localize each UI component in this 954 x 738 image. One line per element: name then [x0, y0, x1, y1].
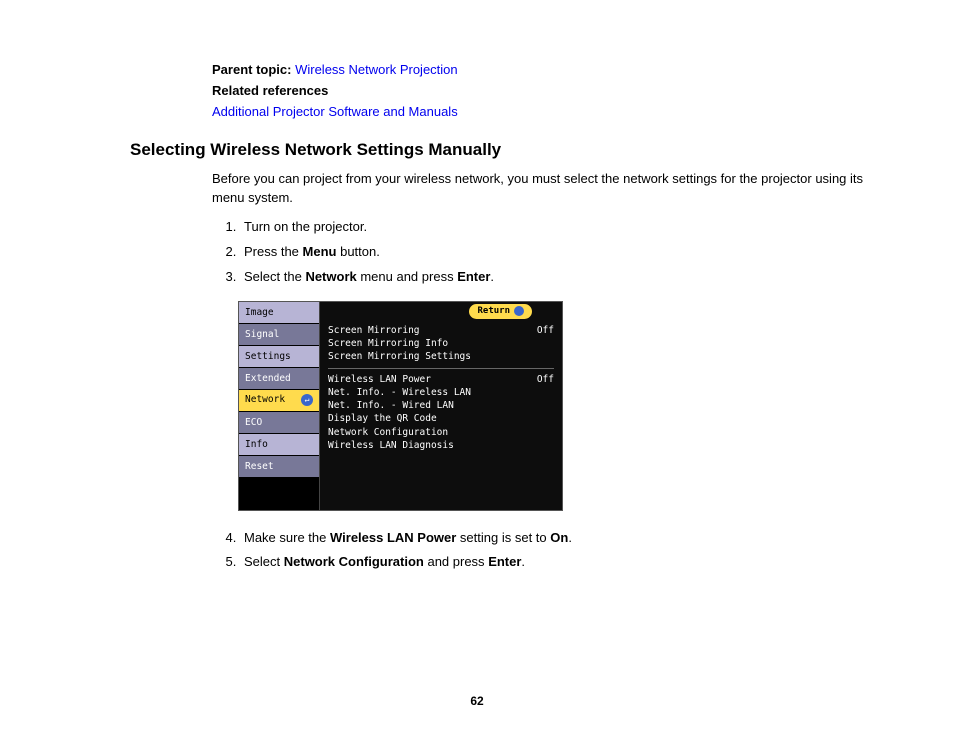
menu-tab-settings: Settings [239, 346, 319, 368]
menu-tab-extended: Extended [239, 368, 319, 390]
step-3: Select the Network menu and press Enter. [240, 268, 864, 287]
menu-tab-image: Image [239, 302, 319, 324]
menu-tab-eco: ECO [239, 412, 319, 434]
separator [328, 368, 554, 369]
step-2: Press the Menu button. [240, 243, 864, 262]
parent-topic-link[interactable]: Wireless Network Projection [295, 62, 458, 77]
step-4: Make sure the Wireless LAN Power setting… [240, 529, 864, 548]
menu-tab-network: Network ↵ [239, 390, 319, 412]
panel-row: Screen Mirroring Info [328, 337, 554, 350]
menu-tab-info: Info [239, 434, 319, 456]
related-references-label: Related references [212, 81, 864, 102]
parent-topic-line: Parent topic: Wireless Network Projectio… [212, 60, 864, 81]
menu-tab-reset: Reset [239, 456, 319, 478]
panel-row: Screen Mirroring Off [328, 324, 554, 337]
step-5: Select Network Configuration and press E… [240, 553, 864, 572]
menu-tab-signal: Signal [239, 324, 319, 346]
enter-icon [514, 306, 524, 316]
return-button: Return [469, 304, 532, 319]
intro-paragraph: Before you can project from your wireles… [212, 170, 864, 208]
step-1: Turn on the projector. [240, 218, 864, 237]
projector-menu-screenshot: Image Signal Settings Extended Network ↵… [238, 301, 563, 511]
panel-row: Wireless LAN Power Off [328, 373, 554, 386]
page-number: 62 [0, 694, 954, 708]
panel-row: Net. Info. - Wired LAN [328, 399, 554, 412]
enter-icon: ↵ [301, 394, 313, 406]
panel-row: Network Configuration [328, 426, 554, 439]
related-references-link[interactable]: Additional Projector Software and Manual… [212, 104, 458, 119]
panel-row: Wireless LAN Diagnosis [328, 439, 554, 452]
page-heading: Selecting Wireless Network Settings Manu… [130, 140, 864, 160]
menu-panel: Return Screen Mirroring Off Screen Mirro… [319, 302, 562, 510]
panel-row: Screen Mirroring Settings [328, 350, 554, 363]
panel-row: Net. Info. - Wireless LAN [328, 386, 554, 399]
menu-tab-list: Image Signal Settings Extended Network ↵… [239, 302, 319, 510]
parent-topic-label: Parent topic: [212, 62, 291, 77]
panel-row: Display the QR Code [328, 412, 554, 425]
